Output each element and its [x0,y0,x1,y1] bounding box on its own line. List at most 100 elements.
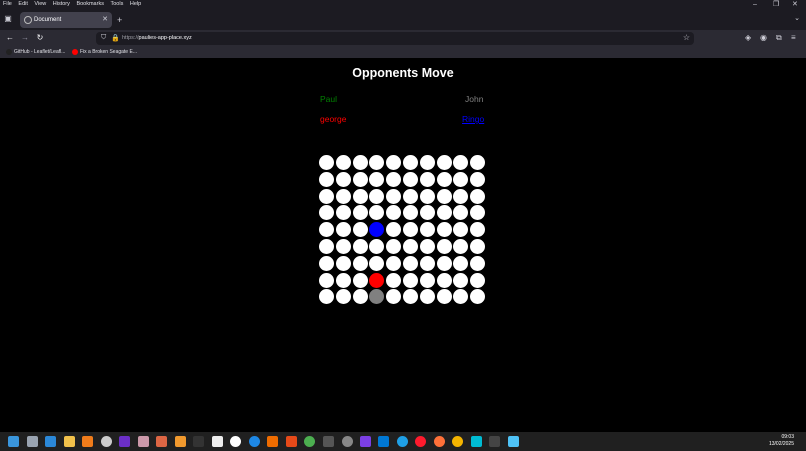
bookmark-github-leaflet[interactable]: GitHub - Leaflet/Leafl... [6,46,65,58]
board-cell[interactable] [470,255,486,271]
board-cell[interactable] [419,272,435,288]
board-cell[interactable] [403,205,418,221]
desktop-icon[interactable] [45,436,56,447]
restore-icon[interactable]: ❐ [773,0,779,9]
app-icon[interactable] [508,436,519,447]
app-icon[interactable] [156,436,167,447]
lock-icon[interactable]: 🔒 [111,34,120,42]
board-cell[interactable] [319,188,334,204]
board-cell[interactable] [352,255,368,271]
visual-studio-icon[interactable] [360,436,371,447]
account-icon[interactable]: ◉ [760,32,767,44]
edge-icon[interactable] [397,436,408,447]
board-cell[interactable] [352,171,368,187]
board-cell[interactable] [436,255,452,271]
list-tabs-icon[interactable]: ⌄ [794,14,800,22]
board-cell[interactable] [335,239,351,254]
board-cell[interactable] [470,155,486,170]
board-cell[interactable] [352,222,368,238]
board-cell[interactable] [436,222,452,238]
board-cell[interactable] [335,255,351,271]
system-clock[interactable]: 09:03 13/02/2025 [769,434,794,448]
board-cell[interactable] [403,171,418,187]
app-icon[interactable] [230,436,241,447]
board-cell[interactable] [352,272,368,288]
board-cell[interactable] [335,188,351,204]
board-cell[interactable] [319,289,334,305]
player-ringo[interactable]: Ringo [462,114,484,124]
tab-document[interactable]: Document ✕ [20,12,112,28]
url-bar[interactable]: ⛉ 🔒 https://paulies-app-place.xyz ☆ [96,32,694,45]
board-cell[interactable] [335,155,351,170]
menu-history[interactable]: History [53,1,70,7]
board-cell[interactable] [352,188,368,204]
board-cell[interactable] [319,222,334,238]
board-cell[interactable] [470,171,486,187]
board-piece[interactable] [369,222,385,238]
board-cell[interactable] [453,272,469,288]
board-cell[interactable] [369,255,385,271]
board-cell[interactable] [436,272,452,288]
board-cell[interactable] [436,289,452,305]
board-cell[interactable] [470,222,486,238]
app-icon[interactable] [193,436,204,447]
forward-icon[interactable]: → [19,32,31,44]
recycle-bin-icon[interactable] [27,436,38,447]
tracking-shield-icon[interactable]: ⛉ [101,34,106,42]
bookmark-seagate[interactable]: Fix a Broken Seagate E... [72,46,137,58]
board-cell[interactable] [386,289,402,305]
board-cell[interactable] [470,239,486,254]
board-cell[interactable] [453,255,469,271]
menu-edit[interactable]: Edit [18,1,27,7]
pocket-icon[interactable]: ◈ [745,32,751,44]
board-cell[interactable] [369,239,385,254]
board-cell[interactable] [419,171,435,187]
board-cell[interactable] [352,155,368,170]
board-cell[interactable] [419,222,435,238]
board-cell[interactable] [436,155,452,170]
board-cell[interactable] [436,188,452,204]
board-cell[interactable] [386,188,402,204]
board-cell[interactable] [352,205,368,221]
board-cell[interactable] [453,171,469,187]
board-cell[interactable] [319,205,334,221]
board-cell[interactable] [419,289,435,305]
board-cell[interactable] [470,188,486,204]
app-icon[interactable] [323,436,334,447]
board-cell[interactable] [419,188,435,204]
board-cell[interactable] [352,239,368,254]
steam-icon[interactable] [101,436,112,447]
board-cell[interactable] [403,188,418,204]
bookmark-star-icon[interactable]: ☆ [683,33,690,42]
chrome-icon[interactable] [452,436,463,447]
board-cell[interactable] [436,205,452,221]
menu-file[interactable]: File [3,1,12,7]
minimize-icon[interactable]: – [753,0,757,9]
board-cell[interactable] [419,205,435,221]
board-cell[interactable] [419,155,435,170]
opera-icon[interactable] [415,436,426,447]
vlc-icon[interactable] [82,436,93,447]
document-icon[interactable] [212,436,223,447]
board-cell[interactable] [470,289,486,305]
board-cell[interactable] [453,239,469,254]
app-icon[interactable] [286,436,297,447]
board-cell[interactable] [386,239,402,254]
hamburger-menu-icon[interactable]: ≡ [791,32,796,44]
board-cell[interactable] [369,205,385,221]
terminal-icon[interactable] [489,436,500,447]
reload-icon[interactable]: ↻ [34,32,46,44]
board-cell[interactable] [403,239,418,254]
board-cell[interactable] [335,171,351,187]
board-cell[interactable] [436,171,452,187]
windows-start-icon[interactable] [8,436,19,447]
board-cell[interactable] [403,222,418,238]
board-piece[interactable] [369,272,385,288]
menu-bookmarks[interactable]: Bookmarks [76,1,104,7]
back-icon[interactable]: ← [4,32,16,44]
board-cell[interactable] [403,272,418,288]
board-cell[interactable] [386,171,402,187]
board-cell[interactable] [335,205,351,221]
board-cell[interactable] [403,255,418,271]
menu-help[interactable]: Help [130,1,141,7]
